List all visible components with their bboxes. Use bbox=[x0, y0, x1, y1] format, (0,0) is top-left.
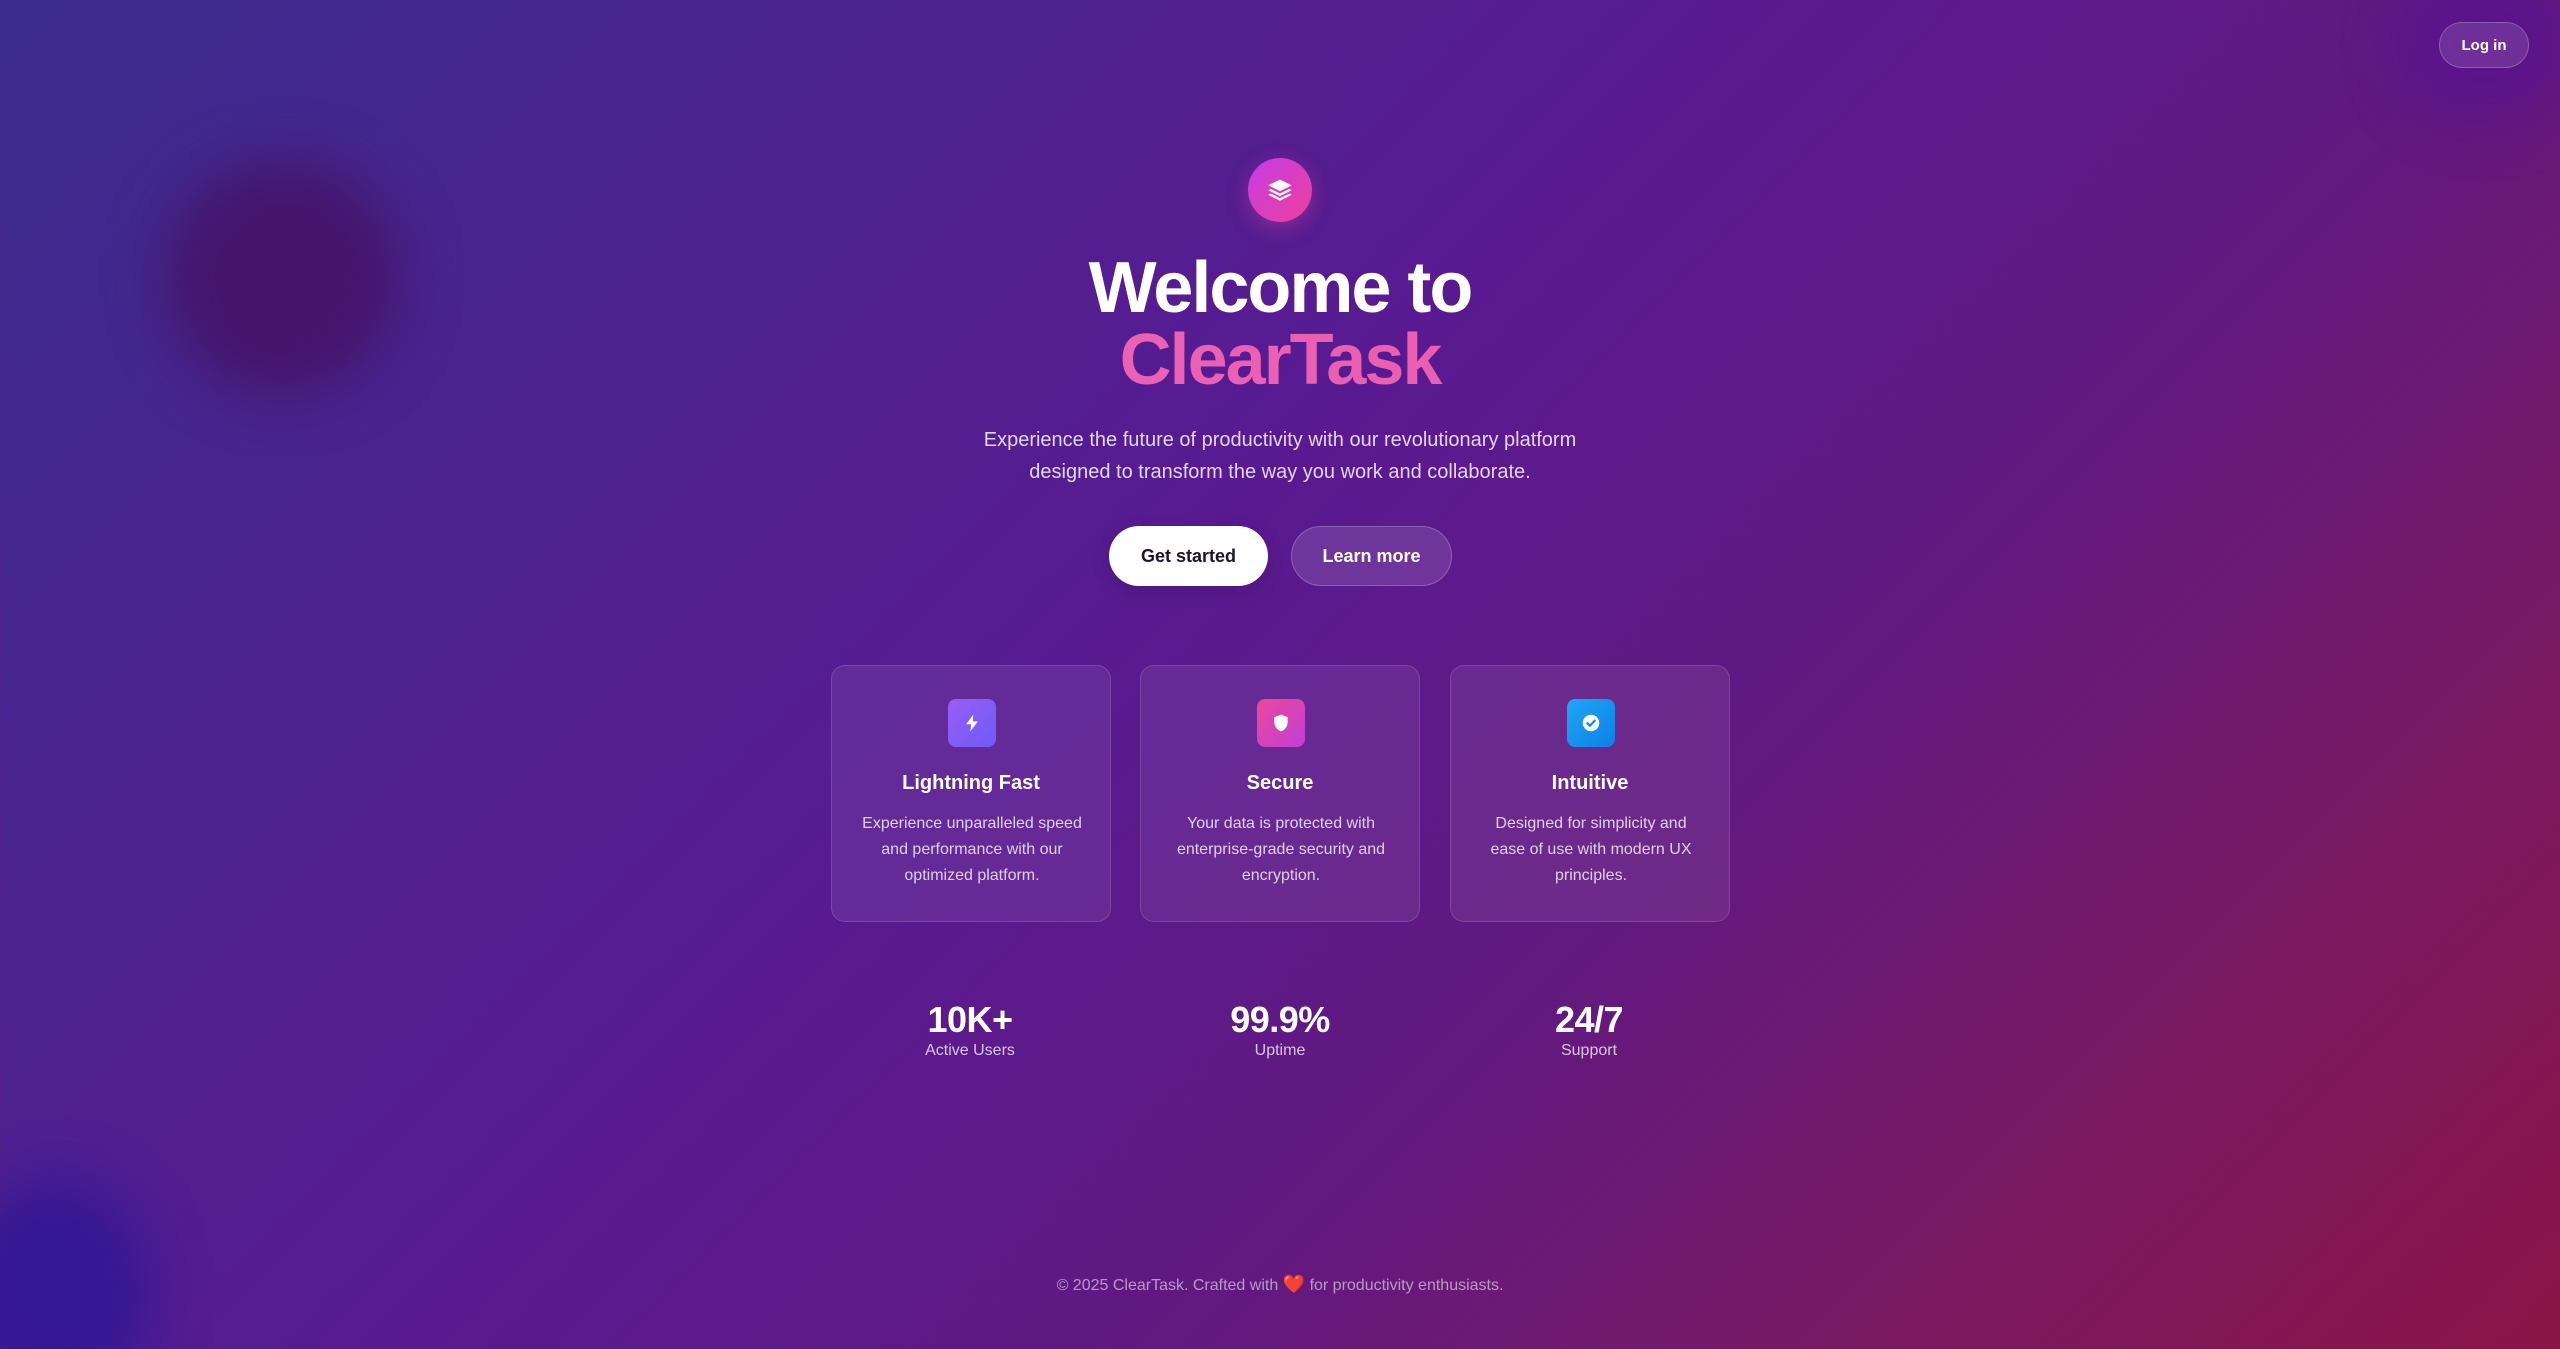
feature-card-intuitive: Intuitive Designed for simplicity and ea… bbox=[1450, 665, 1730, 922]
hero-title-line1: Welcome to bbox=[1088, 248, 1474, 328]
footer-copyright: © 2025 ClearTask. Crafted with bbox=[1056, 1277, 1279, 1294]
hero-title-brand: ClearTask bbox=[0, 324, 2560, 396]
stat-label: Uptime bbox=[1254, 1042, 1306, 1059]
feature-description: Designed for simplicity and ease of use … bbox=[1490, 815, 1692, 884]
hero-subtitle-line2: designed to transform the way you work a… bbox=[1029, 461, 1531, 483]
footer: © 2025 ClearTask. Crafted with ❤️ for pr… bbox=[0, 1274, 2560, 1295]
check-badge-icon bbox=[1567, 699, 1615, 747]
shield-icon bbox=[1257, 699, 1305, 747]
stat-value: 99.9% bbox=[1230, 999, 1330, 1040]
stat-uptime: 99.9% Uptime bbox=[1180, 998, 1380, 1060]
learn-more-button[interactable]: Learn more bbox=[1291, 526, 1452, 586]
background-blob bbox=[0, 1180, 150, 1349]
stat-support: 24/7 Support bbox=[1489, 998, 1689, 1060]
heart-icon: ❤️ bbox=[1282, 1274, 1306, 1294]
feature-title: Lightning Fast bbox=[902, 772, 1040, 794]
stat-value: 24/7 bbox=[1554, 999, 1624, 1040]
stat-value: 10K+ bbox=[927, 999, 1013, 1040]
hero-subtitle-line1: Experience the future of productivity wi… bbox=[983, 429, 1577, 451]
get-started-button[interactable]: Get started bbox=[1109, 526, 1268, 586]
stat-active-users: 10K+ Active Users bbox=[870, 998, 1070, 1060]
footer-tagline: for productivity enthusiasts. bbox=[1309, 1277, 1504, 1294]
feature-card-lightning-fast: Lightning Fast Experience unparalleled s… bbox=[831, 665, 1111, 922]
layers-icon bbox=[1268, 179, 1292, 201]
feature-description: Your data is protected with enterprise-g… bbox=[1176, 815, 1386, 884]
feature-title: Intuitive bbox=[1551, 772, 1629, 794]
stat-label: Support bbox=[1560, 1042, 1618, 1059]
stat-label: Active Users bbox=[925, 1042, 1015, 1059]
hero-title: Welcome to ClearTask bbox=[0, 252, 2560, 396]
feature-card-secure: Secure Your data is protected with enter… bbox=[1140, 665, 1420, 922]
logo-badge bbox=[1248, 158, 1312, 222]
login-button[interactable]: Log in bbox=[2439, 22, 2529, 68]
feature-title: Secure bbox=[1246, 772, 1314, 794]
feature-description: Experience unparalleled speed and perfor… bbox=[862, 815, 1082, 884]
lightning-icon bbox=[948, 699, 996, 747]
hero-subtitle: Experience the future of productivity wi… bbox=[0, 424, 2560, 488]
